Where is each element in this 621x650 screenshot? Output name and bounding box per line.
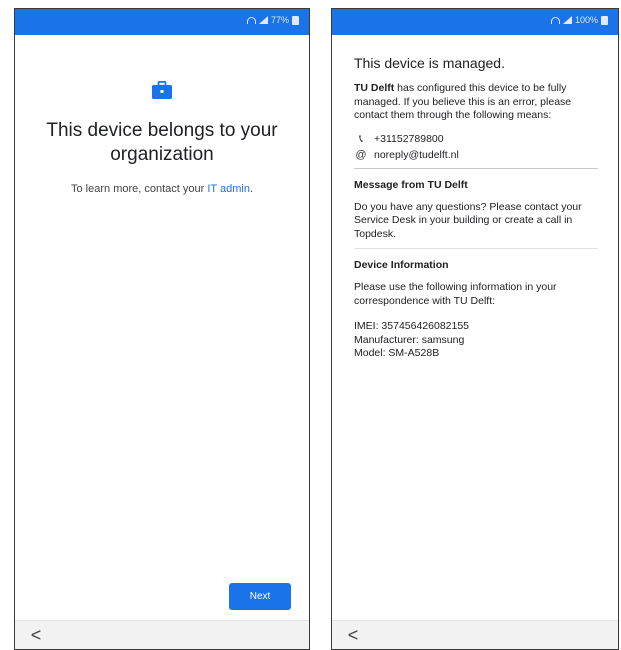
status-bar: 100% (332, 9, 618, 35)
description-end: . (249, 183, 253, 195)
back-button[interactable]: < (25, 624, 47, 646)
managed-device-info-screen: 100% This device is managed. TU Delft ha… (331, 8, 619, 650)
description: To learn more, contact your IT admin. (15, 183, 309, 195)
model-value: Model: SM-A528B (354, 347, 440, 359)
navigation-bar: < (15, 620, 309, 649)
next-button[interactable]: Next (229, 583, 291, 610)
org-name: TU Delft (354, 82, 395, 94)
wifi-icon (550, 16, 560, 24)
battery-icon (601, 15, 608, 25)
divider (354, 167, 598, 169)
battery-icon (292, 15, 299, 25)
phone-icon: 📞︎ (359, 132, 363, 145)
battery-percent: 100% (574, 15, 598, 25)
contact-phone[interactable]: +31152789800 (374, 133, 444, 145)
imei-value: IMEI: 357456426082155 (354, 320, 470, 332)
status-icons: 100% (550, 15, 608, 25)
intro-paragraph: TU Delft has configured this device to b… (354, 82, 598, 123)
contact-email-row[interactable]: @ noreply@tudelft.nl (354, 149, 598, 161)
status-bar: 77% (15, 9, 309, 35)
contact-email[interactable]: noreply@tudelft.nl (374, 149, 459, 161)
status-icons: 77% (246, 15, 299, 25)
message-text: Do you have any questions? Please contac… (354, 200, 582, 240)
managed-content: This device is managed. TU Delft has con… (354, 55, 598, 361)
wifi-icon (246, 16, 256, 24)
briefcase-icon (152, 81, 172, 99)
manufacturer-value: Manufacturer: samsung (354, 333, 465, 346)
description-text: To learn more, contact your (71, 183, 208, 195)
page-title: This device belongs to your organization (46, 120, 278, 165)
back-button[interactable]: < (342, 624, 364, 646)
signal-icon (258, 16, 268, 24)
navigation-bar: < (332, 620, 618, 649)
message-heading: Message from TU Delft (354, 178, 468, 191)
signal-icon (562, 16, 572, 24)
email-icon: @ (355, 148, 367, 161)
battery-percent: 77% (270, 15, 289, 25)
device-info-heading: Device Information (354, 259, 449, 271)
device-ownership-screen: 77% This device belongs to your organiza… (14, 8, 310, 650)
device-info-intro: Please use the following information in … (354, 281, 557, 307)
divider (354, 248, 598, 249)
device-info-list: IMEI: 357456426082155 Manufacturer: sams… (354, 320, 598, 361)
contact-phone-row[interactable]: 📞︎ +31152789800 (354, 133, 598, 146)
page-title: This device is managed. (354, 55, 505, 71)
it-admin-link[interactable]: IT admin (207, 183, 250, 195)
